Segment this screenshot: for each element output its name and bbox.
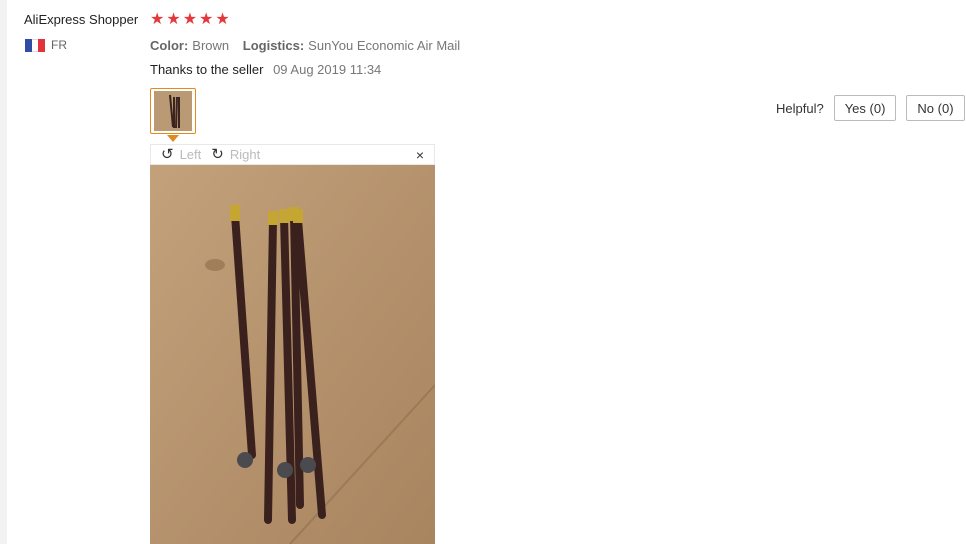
- thumbnail-image: [154, 91, 192, 131]
- attribute-label: Color:: [150, 38, 189, 53]
- star-icon: ★: [166, 11, 181, 28]
- attribute-value: SunYou Economic Air Mail: [308, 38, 461, 53]
- rotate-right-button[interactable]: ↻ Right: [211, 147, 260, 162]
- attribute-value: Brown: [192, 38, 230, 53]
- feedback-text: Thanks to the seller: [150, 62, 264, 77]
- country-code: FR: [51, 38, 67, 52]
- review-feedback: Thanks to the seller 09 Aug 2019 11:34: [150, 62, 381, 77]
- rotate-right-icon: ↻: [211, 146, 224, 163]
- star-rating: ★ ★ ★ ★ ★: [150, 11, 230, 29]
- star-icon: ★: [215, 11, 230, 28]
- rotate-left-icon: ↺: [161, 146, 174, 163]
- rotate-left-label: Left: [179, 147, 202, 162]
- attribute-logistics: Logistics: SunYou Economic Air Mail: [243, 38, 460, 53]
- rotate-right-label: Right: [229, 147, 261, 162]
- review-photo-thumbnail[interactable]: [150, 88, 196, 134]
- left-strip: [0, 0, 7, 544]
- helpful-label: Helpful?: [776, 100, 824, 116]
- star-icon: ★: [182, 11, 198, 28]
- thumbnail-pointer: [167, 135, 179, 142]
- reviewer-country: FR: [25, 38, 67, 52]
- photo-viewer-toolbar: ↺ Left ↻ Right ×: [150, 144, 435, 165]
- helpful-vote: Helpful? Yes (0) No (0): [776, 95, 965, 121]
- rotate-left-button[interactable]: ↺ Left: [161, 147, 201, 162]
- review-photo-large: [150, 165, 435, 544]
- star-icon: ★: [150, 11, 165, 28]
- review-date: 09 Aug 2019 11:34: [273, 62, 382, 77]
- attribute-color: Color: Brown: [150, 38, 233, 53]
- france-flag-icon: [25, 38, 46, 52]
- order-attributes: Color: Brown Logistics: SunYou Economic Ai…: [150, 38, 470, 53]
- helpful-yes-button[interactable]: Yes (0): [833, 95, 897, 121]
- attribute-label: Logistics:: [242, 38, 305, 53]
- reviewer-name: AliExpress Shopper: [24, 12, 139, 27]
- star-icon: ★: [199, 11, 214, 28]
- helpful-no-button[interactable]: No (0): [906, 95, 965, 121]
- close-icon[interactable]: ×: [416, 147, 424, 163]
